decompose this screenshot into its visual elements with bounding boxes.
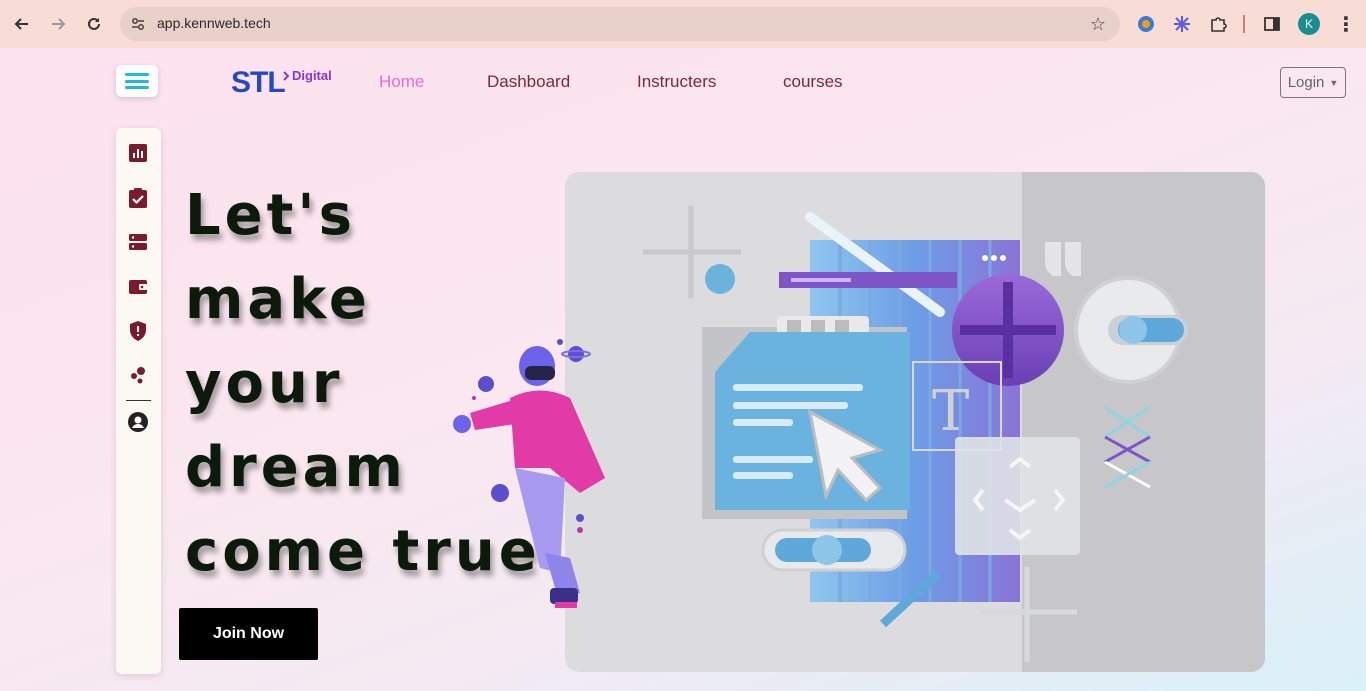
hamburger-icon <box>125 73 149 89</box>
nav-link-instructers[interactable]: Instructers <box>637 72 716 92</box>
nav-link-dashboard[interactable]: Dashboard <box>487 72 570 92</box>
menu-toggle-button[interactable] <box>116 65 158 97</box>
login-label: Login <box>1287 74 1325 91</box>
server-icon[interactable] <box>128 232 148 252</box>
svg-text:T: T <box>932 379 969 444</box>
menu-kebab-icon[interactable]: ⋮ <box>1336 12 1356 36</box>
hero-line-2: make <box>185 267 371 332</box>
hero-line-4: dream <box>185 435 407 500</box>
brand-logo[interactable]: STL Digital <box>230 66 340 100</box>
back-arrow-icon[interactable] <box>10 12 34 36</box>
extension-icon[interactable] <box>1171 13 1193 35</box>
wallet-icon[interactable] <box>128 277 148 297</box>
sidebar-divider <box>126 400 151 401</box>
site-settings-icon[interactable] <box>130 16 146 32</box>
bubbles-icon[interactable] <box>128 365 148 385</box>
profile-avatar[interactable]: K <box>1298 13 1320 35</box>
astronaut-illustration <box>453 339 605 608</box>
bar-chart-icon[interactable] <box>128 143 148 163</box>
page-content: STL Digital Home Dashboard Instructers c… <box>0 48 1366 691</box>
user-circle-icon[interactable] <box>128 412 148 432</box>
nav-link-home[interactable]: Home <box>379 72 424 92</box>
url-text: app.kennweb.tech <box>157 15 271 31</box>
browser-toolbar: app.kennweb.tech ☆ K ⋮ <box>0 0 1366 48</box>
hero-line-3: your <box>185 351 344 416</box>
reload-icon[interactable] <box>82 12 106 36</box>
forward-arrow-icon[interactable] <box>46 12 70 36</box>
address-bar[interactable]: app.kennweb.tech ☆ <box>120 7 1120 41</box>
join-now-button[interactable]: Join Now <box>179 608 318 660</box>
illustration-graphic: T <box>643 206 1188 662</box>
puzzle-icon[interactable] <box>1207 13 1229 35</box>
logo-text: STL <box>231 66 286 99</box>
side-panel-icon[interactable] <box>1261 13 1283 35</box>
clipboard-check-icon[interactable] <box>128 188 148 208</box>
extension-icon[interactable] <box>1135 13 1157 35</box>
caret-down-icon: ▼ <box>1329 77 1339 88</box>
hero-illustration: T <box>565 172 1265 672</box>
nav-link-courses[interactable]: courses <box>783 72 843 92</box>
sidebar <box>116 128 161 674</box>
hero-line-1: Let's <box>185 183 356 248</box>
login-dropdown-button[interactable]: Login ▼ <box>1280 67 1346 98</box>
chevron-right-icon <box>283 71 290 81</box>
toolbar-divider <box>1243 15 1245 33</box>
logo-subtext: Digital <box>292 68 332 83</box>
shield-alert-icon[interactable] <box>128 321 148 341</box>
bookmark-star-icon[interactable]: ☆ <box>1090 14 1106 35</box>
